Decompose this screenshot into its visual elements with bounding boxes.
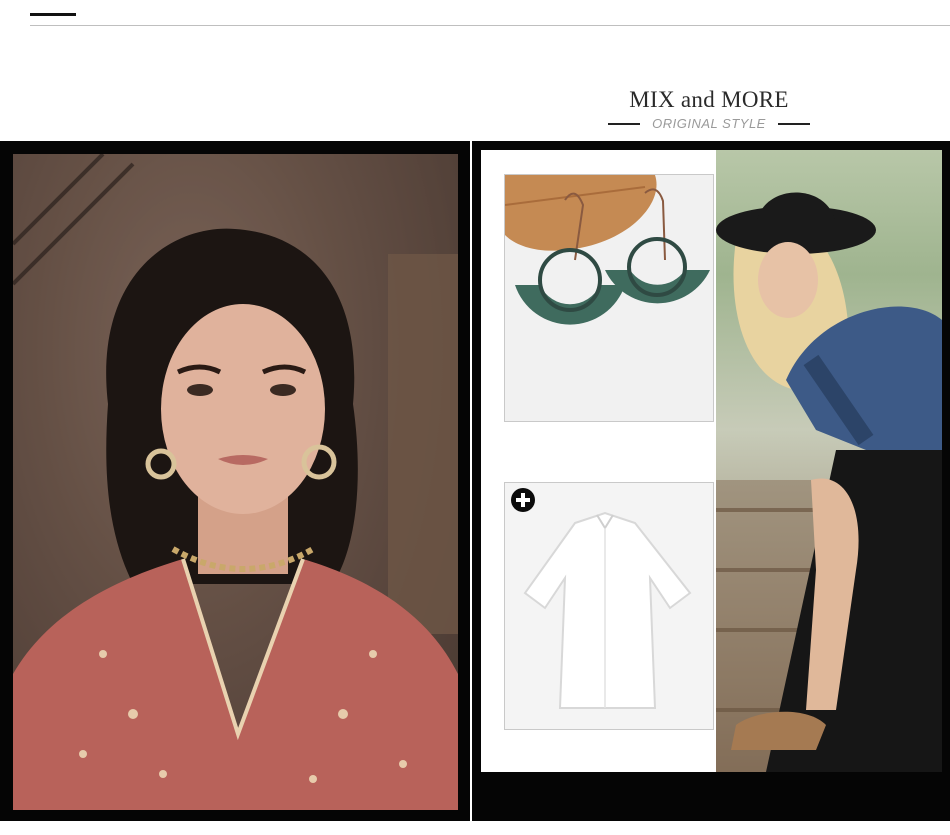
model-portrait-illustration <box>13 154 458 810</box>
styled-model-illustration <box>716 192 942 772</box>
section-heading: MIX and MORE ORIGINAL STYLE <box>606 86 812 132</box>
left-photo-frame <box>0 141 470 821</box>
product-panel <box>481 150 716 772</box>
subtitle-right-line <box>777 123 810 125</box>
heading-title: MIX and MORE <box>629 87 789 112</box>
shirt-dress-product-image[interactable] <box>504 482 714 730</box>
top-divider-line <box>30 25 950 26</box>
heading-subtitle-row: ORIGINAL STYLE <box>606 116 812 132</box>
earrings-illustration <box>505 175 710 325</box>
shirt-dress-illustration <box>523 511 692 709</box>
top-accent-dash <box>30 13 76 16</box>
subtitle-left-line <box>608 123 641 125</box>
earrings-product-image[interactable] <box>504 174 714 422</box>
frame-bottom-strip <box>472 772 950 821</box>
right-photo-frame <box>472 141 950 821</box>
heading-subtitle: ORIGINAL STYLE <box>652 116 766 131</box>
model-portrait-photo[interactable] <box>13 154 458 810</box>
styled-model-photo[interactable] <box>716 150 942 772</box>
plus-circle-icon[interactable] <box>511 488 535 512</box>
